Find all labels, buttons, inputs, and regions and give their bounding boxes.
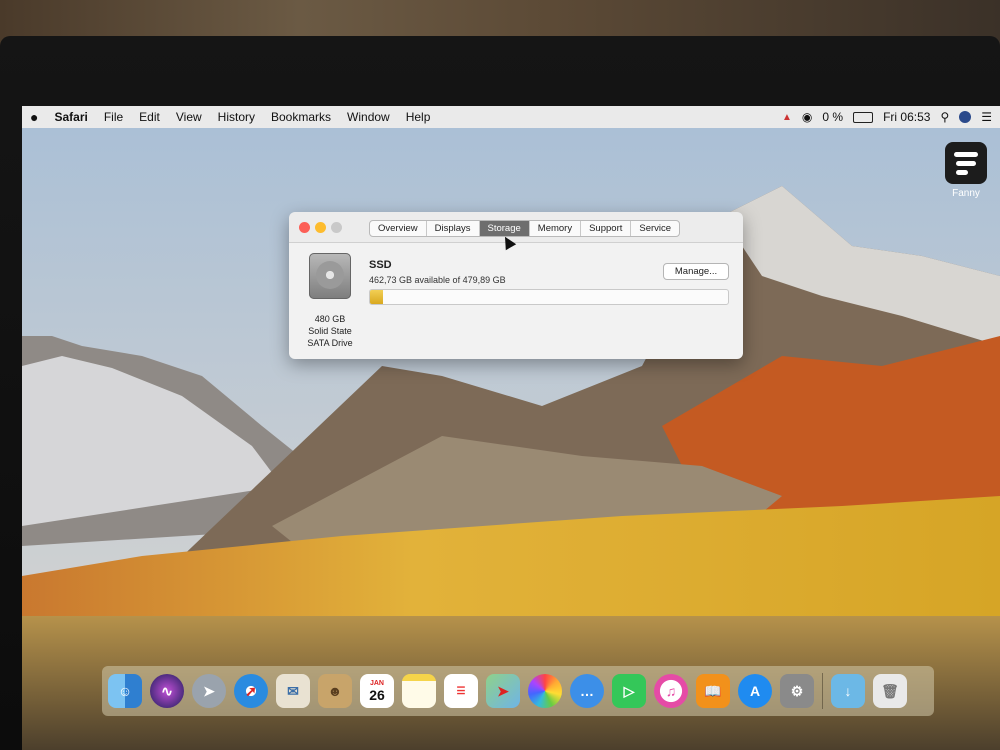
close-button[interactable] [299,222,310,233]
drive-type-line1: Solid State [308,326,352,336]
calendar-month: JAN [369,679,384,687]
itunes-icon[interactable]: ♫ [654,674,688,708]
messages-icon[interactable]: … [570,674,604,708]
finder-icon[interactable]: ☺ [108,674,142,708]
contacts-icon[interactable]: ☻ [318,674,352,708]
menu-history[interactable]: History [210,110,263,124]
menu-bookmarks[interactable]: Bookmarks [263,110,339,124]
tab-storage[interactable]: Storage [479,221,530,236]
menu-window[interactable]: Window [339,110,398,124]
hard-drive-icon [309,253,351,299]
menu-view[interactable]: View [168,110,210,124]
downloads-folder-icon[interactable]: ↓ [831,674,865,708]
user-avatar-icon[interactable] [959,111,972,123]
drive-available-space: 462,73 GB available of 479,89 GB [369,275,506,285]
window-titlebar[interactable]: Overview Displays Storage Memory Support… [289,212,743,242]
menu-edit[interactable]: Edit [131,110,168,124]
launchpad-icon[interactable]: ➤ [192,674,226,708]
trash-icon[interactable]: 🗑 [873,674,907,708]
safari-icon[interactable]: ➚ [234,674,268,708]
drive-capacity: 480 GB [314,314,346,324]
photos-icon[interactable] [528,674,562,708]
desktop-app-fanny[interactable]: Fanny [942,142,990,199]
tab-bar: Overview Displays Storage Memory Support… [369,220,681,237]
menu-bar: ● Safari File Edit View History Bookmark… [22,106,1000,128]
system-preferences-icon[interactable]: ⚙ [780,674,814,708]
status-area: ▲ ◉ 0 % Fri 06:53 ⚲ ☰ [782,110,1000,124]
tab-service[interactable]: Service [631,221,679,236]
tab-memory[interactable]: Memory [530,221,582,236]
apple-icon[interactable]: ● [22,109,46,125]
desktop: ● Safari File Edit View History Bookmark… [22,106,1000,750]
siri-icon[interactable]: ∿ [150,674,184,708]
menu-file[interactable]: File [96,110,131,124]
dock-separator [822,673,823,709]
notes-icon[interactable] [402,674,436,708]
battery-icon[interactable] [853,111,874,123]
maps-icon[interactable]: ➤ [486,674,520,708]
storage-usage-bar [369,289,729,305]
clock[interactable]: Fri 06:53 [883,110,930,124]
vpn-status-icon[interactable]: ▲ [782,112,792,123]
battery-percent[interactable]: 0 % [822,110,843,124]
notification-center-icon[interactable]: ☰ [981,110,992,124]
desktop-icon-label: Fanny [952,188,980,199]
reminders-icon[interactable]: ☰ [444,674,478,708]
fanny-app-icon [945,142,987,184]
drive-type-line2: SATA Drive [307,338,353,348]
dock: ☺ ∿ ➤ ➚ ✉ ☻ JAN 26 ☰ ➤ … ▷ ♫ 📖 A ⚙ ↓ 🗑 [102,666,934,716]
wallpaper [22,106,1000,750]
tab-displays[interactable]: Displays [427,221,480,236]
tab-support[interactable]: Support [581,221,632,236]
wifi-icon[interactable]: ◉ [802,110,812,124]
about-this-mac-window: Overview Displays Storage Memory Support… [289,212,743,359]
spotlight-search-icon[interactable]: ⚲ [940,110,949,124]
storage-usage-fill [370,290,383,304]
app-store-icon[interactable]: A [738,674,772,708]
drive-name: SSD [369,259,392,271]
mail-icon[interactable]: ✉ [276,674,310,708]
facetime-icon[interactable]: ▷ [612,674,646,708]
menu-help[interactable]: Help [398,110,439,124]
minimize-button[interactable] [315,222,326,233]
zoom-button[interactable] [331,222,342,233]
menu-app-name[interactable]: Safari [46,110,95,124]
books-icon[interactable]: 📖 [696,674,730,708]
drive-caption: 480 GB Solid State SATA Drive [297,313,363,349]
storage-panel: 480 GB Solid State SATA Drive SSD 462,73… [289,242,743,359]
manage-button[interactable]: Manage... [663,263,729,280]
calendar-day: 26 [369,686,385,703]
calendar-icon[interactable]: JAN 26 [360,674,394,708]
tab-overview[interactable]: Overview [370,221,427,236]
